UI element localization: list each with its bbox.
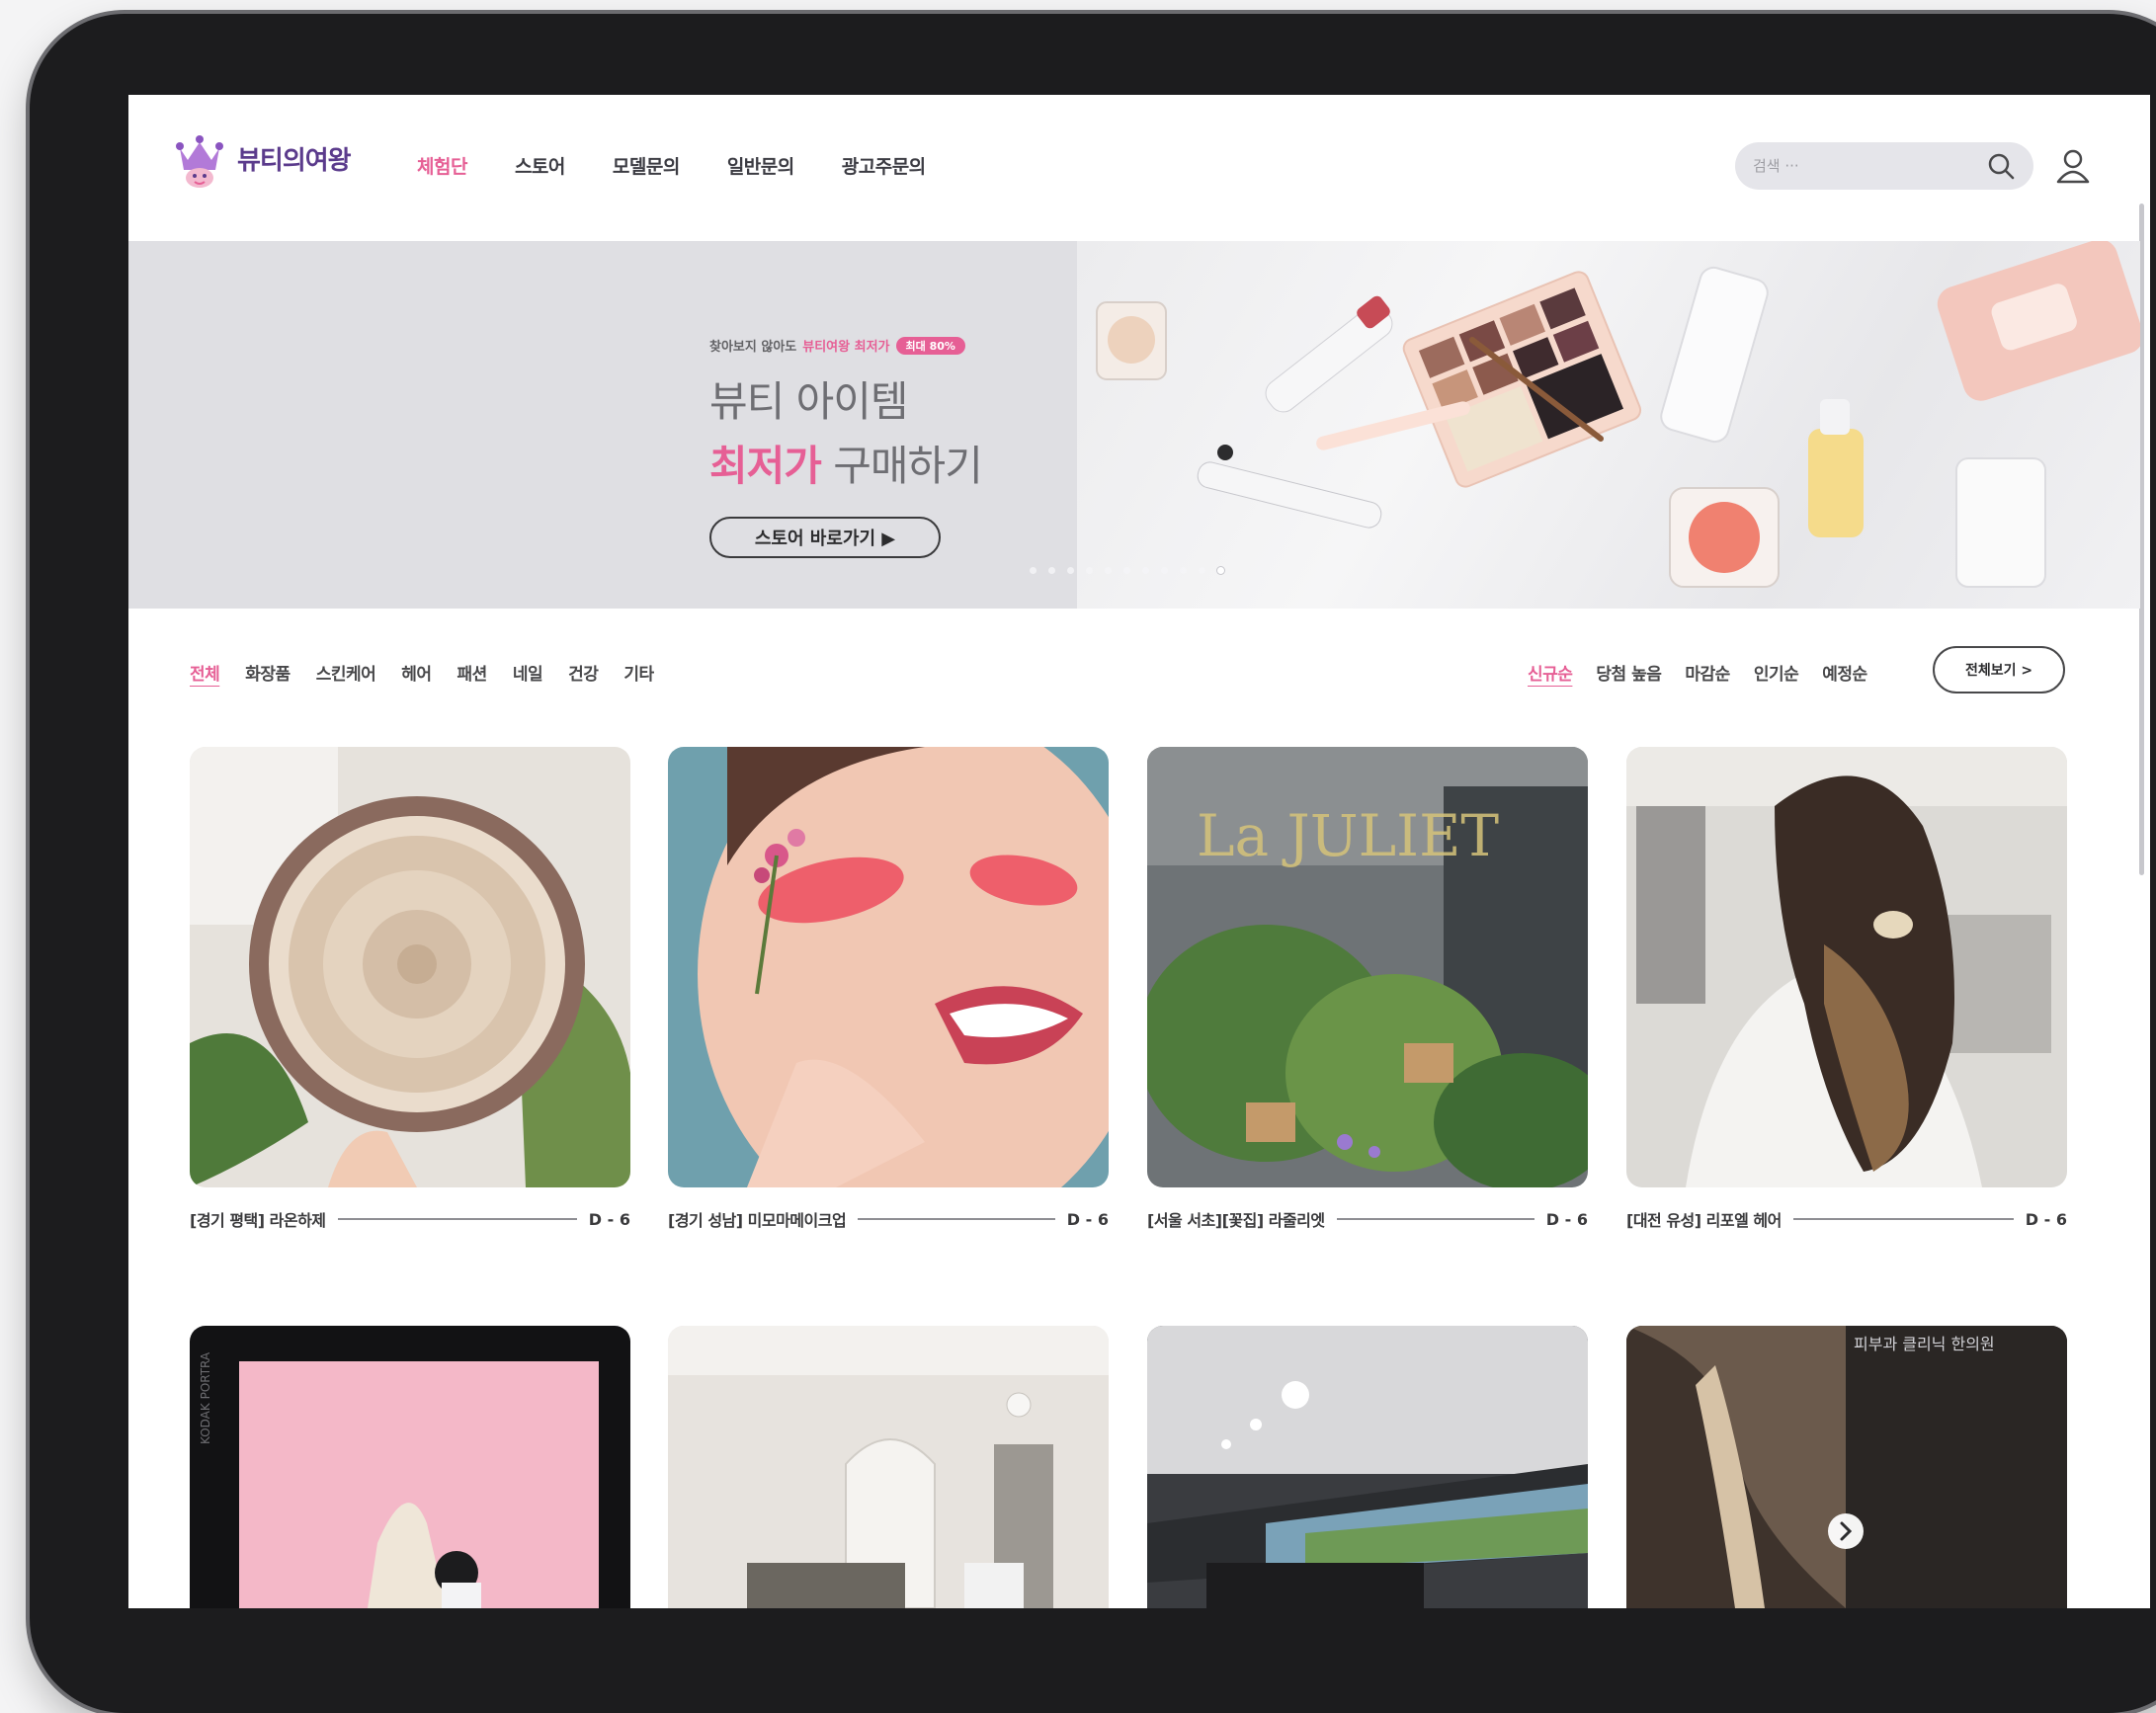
banner-eyebrow: 찾아보지 않아도 뷰티여왕 최저가 최대 80% (709, 336, 982, 355)
divider-line (337, 1218, 577, 1220)
campaign-card[interactable] (668, 1326, 1109, 1608)
d-day-badge: D - 6 (1066, 1209, 1109, 1229)
category-tab-health[interactable]: 건강 (568, 660, 599, 685)
card-caption: [서울 서초][꽃집] 라줄리엣 D - 6 (1147, 1207, 1588, 1231)
sort-newest[interactable]: 신규순 (1528, 660, 1573, 685)
main-nav: 체험단 스토어 모델문의 일반문의 광고주문의 (417, 152, 926, 179)
carousel-dot-active[interactable] (1217, 567, 1224, 574)
cosmetics-flatlay-image (1077, 241, 2140, 609)
go-to-store-button[interactable]: 스토어 바로가기 ▶ (709, 517, 941, 558)
card-image-scalp-before-after[interactable]: 피부과 클리닉 한의원 (1626, 1326, 2067, 1608)
eyebrow-highlight: 뷰티여왕 최저가 (802, 340, 890, 355)
svg-text:KODAK PORTRA: KODAK PORTRA (199, 1351, 212, 1444)
sort-deadline[interactable]: 마감순 (1685, 660, 1730, 685)
category-tab-skincare[interactable]: 스킨케어 (316, 660, 376, 685)
card-image-rattan-plate[interactable] (190, 747, 630, 1187)
campaign-card[interactable]: La JULIET [서울 서초][꽃집] 라줄리엣 D - 6 (1147, 747, 1588, 1231)
nav-item-advertiser-inquiry[interactable]: 광고주문의 (842, 152, 926, 179)
sort-upcoming[interactable]: 예정순 (1822, 660, 1867, 685)
card-title[interactable]: [경기 평택] 라온하제 (190, 1207, 326, 1231)
site-header: 뷰티의여왕 체험단 스토어 모델문의 일반문의 광고주문의 (128, 95, 2150, 241)
carousel-dot[interactable] (1199, 567, 1205, 574)
banner-copy: 찾아보지 않아도 뷰티여왕 최저가 최대 80% 뷰티 아이템 최저가 구매하기… (709, 336, 983, 558)
eyebrow-text: 찾아보지 않아도 (709, 340, 797, 355)
carousel-dot[interactable] (1067, 567, 1074, 574)
carousel-dot[interactable] (1030, 567, 1037, 574)
promo-banner[interactable]: 찾아보지 않아도 뷰티여왕 최저가 최대 80% 뷰티 아이템 최저가 구매하기… (128, 241, 2140, 609)
category-tab-other[interactable]: 기타 (623, 660, 654, 685)
brand-name: 뷰티의여왕 (237, 145, 352, 176)
divider-line (1336, 1218, 1534, 1220)
clinic-watermark: 피부과 클리닉 한의원 (1854, 1335, 1995, 1353)
card-image-pink-studio[interactable]: KODAK PORTRA (190, 1326, 630, 1608)
sort-win-rate[interactable]: 당첨 높음 (1596, 660, 1661, 685)
camera-notch (1389, 14, 1516, 28)
carousel-dot[interactable] (1180, 567, 1187, 574)
divider-line (858, 1218, 1055, 1220)
svg-text:La JULIET: La JULIET (1197, 802, 1499, 869)
campaign-card[interactable]: 피부과 클리닉 한의원 (1626, 1326, 2067, 1608)
search-input[interactable] (1753, 157, 1986, 175)
campaign-card[interactable] (1147, 1326, 1588, 1608)
campaign-card[interactable]: [경기 성남] 미모마메이크업 D - 6 (668, 747, 1109, 1231)
carousel-dot[interactable] (1142, 567, 1149, 574)
carousel-dot[interactable] (1123, 567, 1130, 574)
card-caption: [경기 성남] 미모마메이크업 D - 6 (668, 1207, 1109, 1231)
tablet-frame: 뷰티의여왕 체험단 스토어 모델문의 일반문의 광고주문의 검색 ··· 찾아보… (30, 14, 2156, 1713)
banner-headline: 뷰티 아이템 (709, 377, 909, 426)
card-image-hair-salon[interactable] (1626, 747, 2067, 1187)
card-caption: [대전 유성] 리포엘 헤어 D - 6 (1626, 1207, 2067, 1231)
carousel-dot[interactable] (1048, 567, 1055, 574)
category-tab-hair[interactable]: 헤어 (401, 660, 432, 685)
card-title[interactable]: [서울 서초][꽃집] 라줄리엣 (1147, 1207, 1325, 1231)
d-day-badge: D - 6 (2025, 1209, 2067, 1229)
card-image-pink-makeup[interactable] (668, 747, 1109, 1187)
carousel-dot[interactable] (1161, 567, 1168, 574)
card-image-screen-golf[interactable] (1147, 1326, 1588, 1608)
view-all-button[interactable]: 전체보기 > (1933, 646, 2065, 693)
divider-line (1792, 1218, 2014, 1220)
next-arrow-icon[interactable] (1826, 1511, 1866, 1551)
category-tab-cosmetics[interactable]: 화장품 (245, 660, 290, 685)
category-tab-nail[interactable]: 네일 (513, 660, 543, 685)
d-day-badge: D - 6 (588, 1209, 630, 1229)
card-image-white-room[interactable] (668, 1326, 1109, 1608)
headline-rest: 구매하기 (820, 442, 983, 490)
crown-logo-icon (176, 135, 223, 188)
campaign-card[interactable]: [대전 유성] 리포엘 헤어 D - 6 (1626, 747, 2067, 1231)
carousel-dot[interactable] (1086, 567, 1093, 574)
category-tab-fashion[interactable]: 패션 (457, 660, 488, 685)
d-day-badge: D - 6 (1545, 1209, 1588, 1229)
brand-logo[interactable]: 뷰티의여왕 (172, 126, 352, 190)
nav-item-general-inquiry[interactable]: 일반문의 (727, 152, 794, 179)
category-tabs: 전체 화장품 스킨케어 헤어 패션 네일 건강 기타 (190, 660, 654, 685)
nav-item-model-inquiry[interactable]: 모델문의 (613, 152, 680, 179)
banner-subheadline: 최저가 구매하기 (709, 433, 983, 493)
headline-highlight: 최저가 (709, 442, 822, 490)
user-icon[interactable] (2053, 146, 2093, 186)
card-title[interactable]: [대전 유성] 리포엘 헤어 (1626, 1207, 1782, 1231)
sort-options: 신규순 당첨 높음 마감순 인기순 예정순 (1528, 660, 1867, 685)
search-bar[interactable] (1735, 142, 2033, 190)
discount-badge: 최대 80% (895, 336, 965, 355)
campaign-card[interactable]: KODAK PORTRA (190, 1326, 630, 1608)
search-icon[interactable] (1986, 151, 2016, 181)
card-title[interactable]: [경기 성남] 미모마메이크업 (668, 1207, 847, 1231)
carousel-dot[interactable] (1105, 567, 1112, 574)
campaign-card[interactable]: [경기 평택] 라온하제 D - 6 (190, 747, 630, 1231)
carousel-dots (1030, 567, 1224, 574)
category-tab-all[interactable]: 전체 (190, 660, 220, 685)
nav-item-experience[interactable]: 체험단 (417, 152, 467, 179)
card-image-flower-shop[interactable]: La JULIET (1147, 747, 1588, 1187)
sort-popular[interactable]: 인기순 (1754, 660, 1799, 685)
browser-screen: 뷰티의여왕 체험단 스토어 모델문의 일반문의 광고주문의 검색 ··· 찾아보… (128, 95, 2150, 1608)
card-caption: [경기 평택] 라온하제 D - 6 (190, 1207, 630, 1231)
nav-item-store[interactable]: 스토어 (515, 152, 565, 179)
